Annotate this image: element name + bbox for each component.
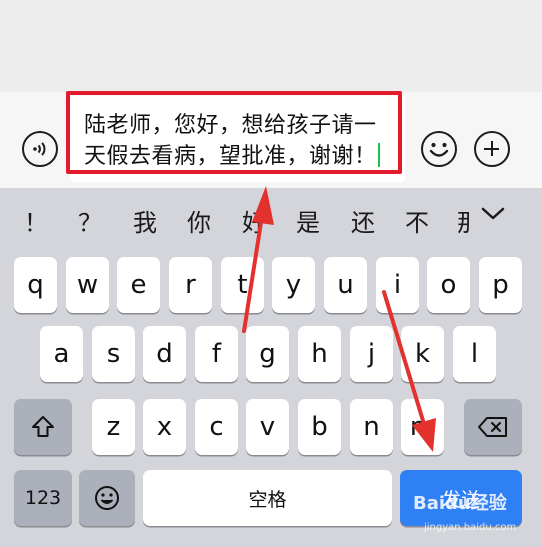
key-o[interactable]: o bbox=[427, 257, 470, 313]
key-l[interactable]: l bbox=[453, 326, 496, 382]
key-s[interactable]: s bbox=[92, 326, 135, 382]
emoji-key[interactable] bbox=[79, 470, 135, 526]
watermark-url: jingyan.baidu.com bbox=[424, 522, 517, 533]
candidate-9[interactable]: 那 bbox=[457, 203, 469, 238]
emoji-icon bbox=[429, 142, 448, 157]
key-x[interactable]: x bbox=[143, 399, 186, 455]
key-k[interactable]: k bbox=[401, 326, 444, 382]
key-q[interactable]: q bbox=[14, 257, 57, 313]
key-p[interactable]: p bbox=[479, 257, 522, 313]
candidate-5[interactable]: 好 bbox=[242, 203, 266, 238]
key-v[interactable]: v bbox=[246, 399, 289, 455]
space-key[interactable]: 空格 bbox=[143, 470, 392, 526]
plus-button[interactable] bbox=[474, 131, 510, 167]
key-u[interactable]: u bbox=[324, 257, 367, 313]
candidate-2[interactable]: ？ bbox=[78, 203, 102, 238]
shift-icon bbox=[32, 416, 54, 437]
key-c[interactable]: c bbox=[195, 399, 238, 455]
voice-button[interactable] bbox=[22, 131, 58, 167]
candidate-8[interactable]: 不 bbox=[405, 203, 429, 238]
candidate-7[interactable]: 还 bbox=[351, 203, 375, 238]
key-i[interactable]: i bbox=[376, 257, 419, 313]
candidate-1[interactable]: ！ bbox=[24, 203, 48, 238]
key-r[interactable]: r bbox=[169, 257, 212, 313]
emoji-button[interactable] bbox=[421, 131, 457, 167]
watermark: Baidu经验 bbox=[413, 493, 507, 514]
voice-icon bbox=[33, 142, 46, 156]
key-a[interactable]: a bbox=[40, 326, 83, 382]
key-m[interactable]: m bbox=[401, 399, 444, 455]
backspace-icon bbox=[478, 417, 507, 437]
emoji-key-icon bbox=[95, 486, 119, 510]
candidate-4[interactable]: 你 bbox=[187, 203, 211, 238]
key-h[interactable]: h bbox=[298, 326, 341, 382]
key-b[interactable]: b bbox=[298, 399, 341, 455]
shift-key[interactable] bbox=[14, 399, 72, 455]
key-t[interactable]: t bbox=[221, 257, 264, 313]
key-y[interactable]: y bbox=[272, 257, 315, 313]
backspace-key[interactable] bbox=[464, 399, 522, 455]
key-z[interactable]: z bbox=[92, 399, 135, 455]
key-e[interactable]: e bbox=[117, 257, 160, 313]
numbers-key[interactable]: 123 bbox=[14, 470, 72, 526]
key-g[interactable]: g bbox=[246, 326, 289, 382]
key-n[interactable]: n bbox=[350, 399, 393, 455]
candidate-3[interactable]: 我 bbox=[133, 203, 157, 238]
key-w[interactable]: w bbox=[66, 257, 109, 313]
key-j[interactable]: j bbox=[350, 326, 393, 382]
key-f[interactable]: f bbox=[195, 326, 238, 382]
key-d[interactable]: d bbox=[143, 326, 186, 382]
chat-area bbox=[0, 0, 542, 92]
candidate-6[interactable]: 是 bbox=[296, 203, 320, 238]
highlight-box bbox=[66, 91, 402, 174]
chevron-down-icon[interactable] bbox=[480, 204, 506, 224]
